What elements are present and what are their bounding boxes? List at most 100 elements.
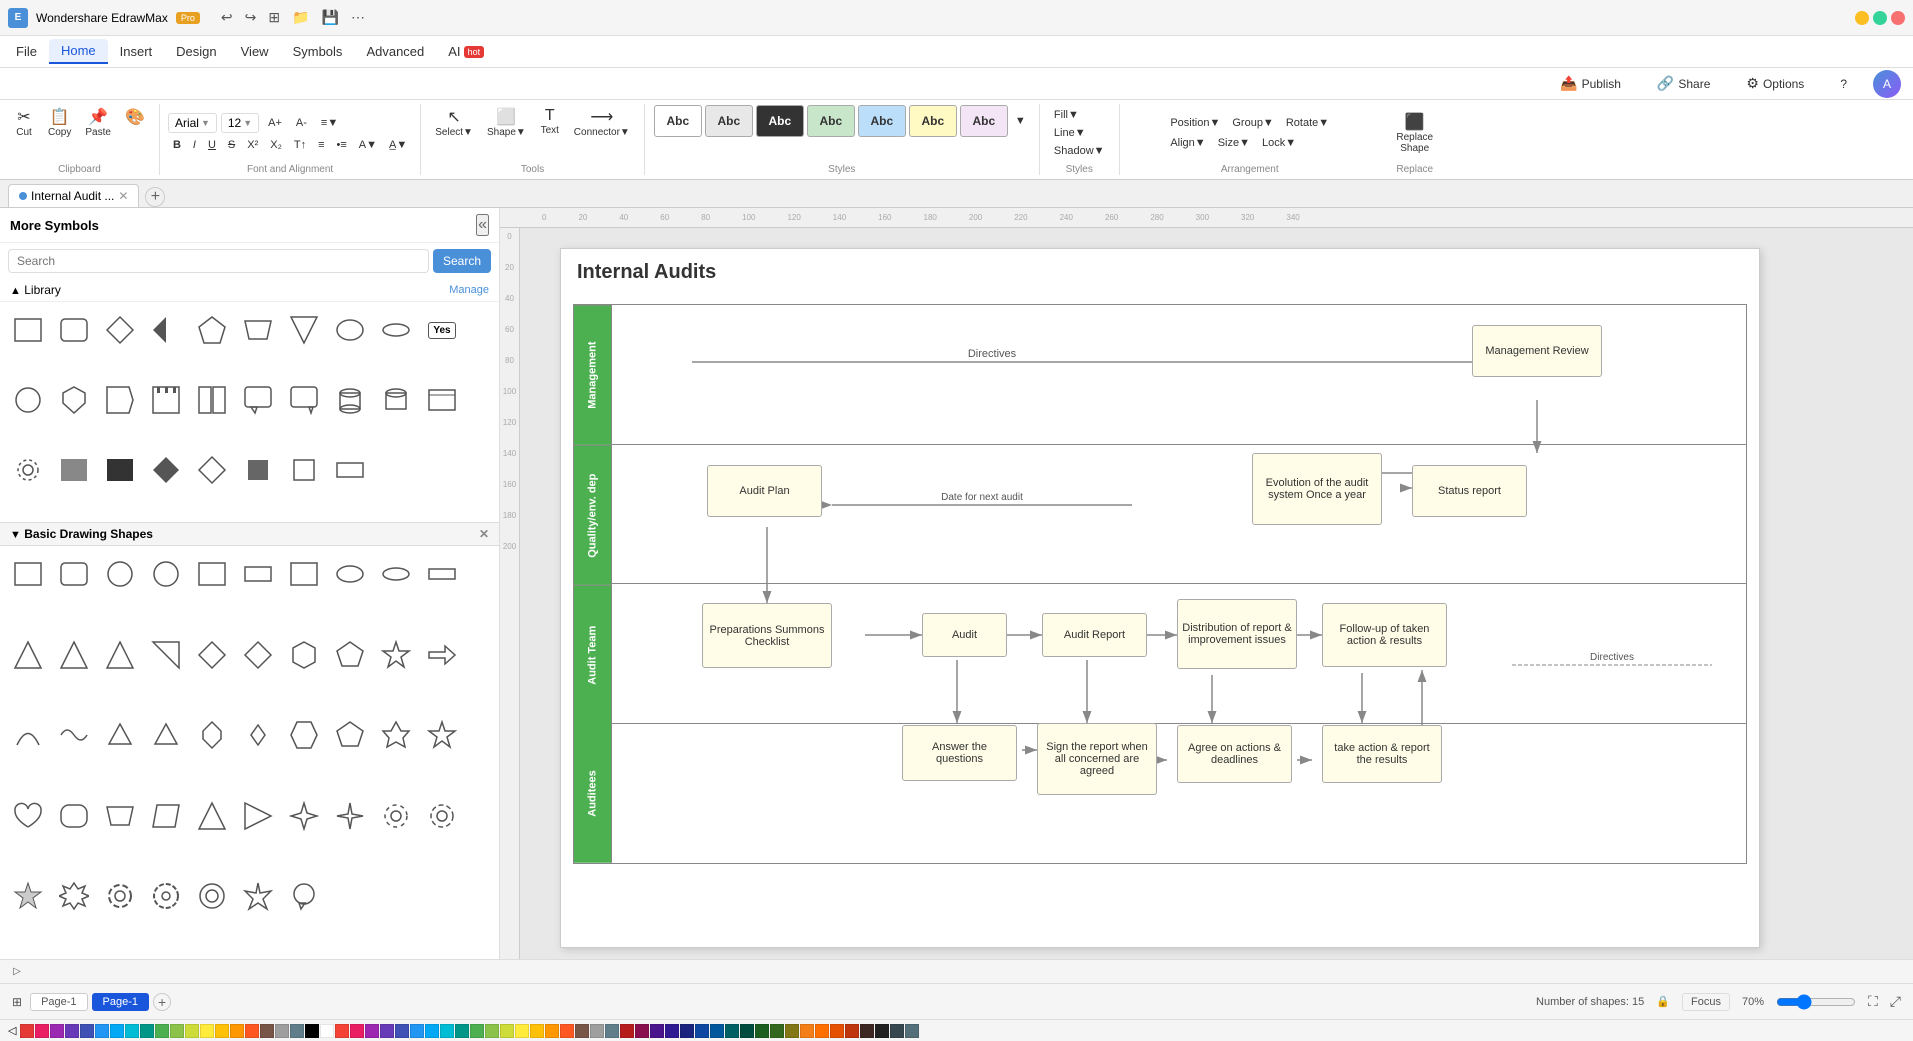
diagram-canvas[interactable]: Internal Audits Management Quality/env. …: [540, 228, 1913, 959]
shape-yes[interactable]: Yes: [420, 308, 464, 352]
connector-tool-button[interactable]: ⟶Connector▼: [568, 104, 636, 141]
color-swatch[interactable]: [305, 1024, 319, 1038]
fill-button[interactable]: Fill▼: [1049, 107, 1084, 123]
color-swatch[interactable]: [350, 1024, 364, 1038]
bs-wide-rect[interactable]: [420, 552, 464, 596]
color-swatch[interactable]: [800, 1024, 814, 1038]
line-button[interactable]: Line▼: [1049, 125, 1091, 141]
color-swatch[interactable]: [530, 1024, 544, 1038]
search-input[interactable]: [8, 249, 429, 273]
maximize-button[interactable]: [1873, 11, 1887, 25]
avatar[interactable]: A: [1873, 70, 1901, 98]
color-swatch[interactable]: [395, 1024, 409, 1038]
bs-tri3[interactable]: [98, 633, 142, 677]
mgmt-review-box[interactable]: Management Review: [1472, 325, 1602, 377]
color-swatch[interactable]: [290, 1024, 304, 1038]
palette-left-arrow[interactable]: ◁: [8, 1024, 16, 1037]
color-swatch[interactable]: [725, 1024, 739, 1038]
lock-button[interactable]: 🔒: [1656, 995, 1670, 1008]
color-swatch[interactable]: [755, 1024, 769, 1038]
underline-button[interactable]: U: [203, 137, 221, 153]
color-swatch[interactable]: [230, 1024, 244, 1038]
list2-button[interactable]: •≡: [332, 137, 352, 153]
audit-report-box[interactable]: Audit Report: [1042, 613, 1147, 657]
select-tool-button[interactable]: ↖Select▼: [429, 104, 479, 141]
new-button[interactable]: ⊞: [263, 7, 285, 28]
bs-triangle[interactable]: [6, 633, 50, 677]
publish-button[interactable]: 📤 Publish: [1550, 71, 1631, 96]
color-swatch[interactable]: [320, 1024, 334, 1038]
bs-speech-circle[interactable]: [282, 874, 326, 918]
color-swatch[interactable]: [245, 1024, 259, 1038]
color-swatch[interactable]: [815, 1024, 829, 1038]
bs-tri-fill[interactable]: [144, 713, 188, 757]
color-swatch[interactable]: [170, 1024, 184, 1038]
color-swatch[interactable]: [560, 1024, 574, 1038]
rotate-button[interactable]: Rotate▼: [1281, 115, 1334, 131]
color-swatch[interactable]: [485, 1024, 499, 1038]
bs-diamond-sm[interactable]: [236, 713, 280, 757]
font-size-dropdown[interactable]: 12 ▼: [221, 113, 259, 133]
bs-circle2[interactable]: [144, 552, 188, 596]
shape-disk[interactable]: [420, 378, 464, 422]
color-swatch[interactable]: [890, 1024, 904, 1038]
shape-circle[interactable]: [6, 378, 50, 422]
bs-heart[interactable]: [6, 794, 50, 838]
add-page-button[interactable]: +: [153, 993, 171, 1011]
shape-film[interactable]: [144, 378, 188, 422]
shape-cylinder[interactable]: [328, 378, 372, 422]
color-swatch[interactable]: [470, 1024, 484, 1038]
color-swatch[interactable]: [215, 1024, 229, 1038]
bs-pent[interactable]: [328, 633, 372, 677]
bs-diamond-rot[interactable]: [190, 713, 234, 757]
color-swatch[interactable]: [65, 1024, 79, 1038]
color-swatch[interactable]: [590, 1024, 604, 1038]
close-button[interactable]: [1891, 11, 1905, 25]
text-tool-button[interactable]: TText: [534, 104, 566, 139]
bs-hex[interactable]: [282, 633, 326, 677]
bs-arrow[interactable]: [420, 633, 464, 677]
bs-star-outline[interactable]: [420, 713, 464, 757]
undo-button[interactable]: ↩: [216, 7, 238, 28]
fit-screen-button[interactable]: ⛶: [1868, 993, 1878, 1010]
color-swatch[interactable]: [185, 1024, 199, 1038]
shape-pentagon[interactable]: [190, 308, 234, 352]
evolution-box[interactable]: Evolution of the audit system Once a yea…: [1252, 453, 1382, 525]
size-button[interactable]: Size▼: [1213, 135, 1255, 151]
menu-symbols[interactable]: Symbols: [281, 40, 355, 63]
shape-rect-rounded[interactable]: [52, 308, 96, 352]
bs-hex2[interactable]: [282, 713, 326, 757]
menu-ai[interactable]: AI hot: [436, 40, 496, 63]
preparations-box[interactable]: Preparations Summons Checklist: [702, 603, 832, 668]
group-button[interactable]: Group▼: [1227, 115, 1278, 131]
bs-star6[interactable]: [374, 713, 418, 757]
options-button[interactable]: ⚙ Options: [1736, 71, 1814, 96]
color-swatch[interactable]: [155, 1024, 169, 1038]
color-swatch[interactable]: [620, 1024, 634, 1038]
canvas-tab[interactable]: Internal Audit ... ✕: [8, 184, 139, 207]
color-swatch[interactable]: [875, 1024, 889, 1038]
style-shape-2[interactable]: Abc: [705, 105, 753, 137]
color-swatch[interactable]: [125, 1024, 139, 1038]
color-swatch[interactable]: [410, 1024, 424, 1038]
zoom-slider[interactable]: [1776, 994, 1856, 1010]
page-tab-1[interactable]: Page-1: [30, 993, 87, 1011]
shape-arrow-left[interactable]: [144, 308, 188, 352]
align-button[interactable]: Align▼: [1165, 135, 1210, 151]
bs-rect5[interactable]: [282, 552, 326, 596]
bs-pent2[interactable]: [328, 713, 372, 757]
basic-shapes-header[interactable]: ▼ Basic Drawing Shapes ✕: [0, 522, 499, 546]
bs-tri5[interactable]: [190, 794, 234, 838]
color-swatch[interactable]: [425, 1024, 439, 1038]
bs-diamond2[interactable]: [236, 633, 280, 677]
style-shape-3[interactable]: Abc: [756, 105, 804, 137]
shape-can[interactable]: [374, 378, 418, 422]
shape-gear[interactable]: [6, 448, 50, 492]
color-swatch[interactable]: [605, 1024, 619, 1038]
shape-rect-black[interactable]: [98, 448, 142, 492]
color-swatch[interactable]: [140, 1024, 154, 1038]
color-swatch[interactable]: [695, 1024, 709, 1038]
agree-box[interactable]: Agree on actions & deadlines: [1177, 725, 1292, 783]
shape-oval[interactable]: [328, 308, 372, 352]
search-button[interactable]: Search: [433, 249, 491, 273]
